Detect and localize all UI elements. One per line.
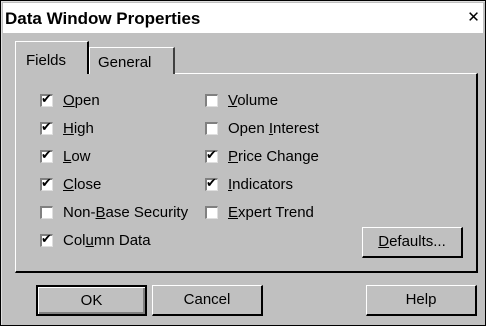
checkbox-label: Close <box>63 176 102 193</box>
checkbox-box[interactable]: ✔ <box>205 176 218 191</box>
checkbox-box[interactable]: ✔ <box>40 148 53 163</box>
check-mark-icon: ✔ <box>41 92 52 107</box>
checkbox-price-change[interactable]: ✔ Price Change <box>205 148 319 165</box>
ok-button[interactable]: OK <box>36 285 147 316</box>
checkbox-indicators[interactable]: ✔ Indicators <box>205 176 293 193</box>
checkbox-open-interest[interactable]: Open Interest <box>205 120 319 137</box>
checkbox-label: High <box>63 120 94 137</box>
checkbox-box[interactable] <box>40 206 53 219</box>
checkbox-label: Non-Base Security <box>63 204 189 221</box>
checkbox-volume[interactable]: Volume <box>205 92 278 109</box>
checkbox-label: Indicators <box>228 176 294 193</box>
check-mark-icon: ✔ <box>41 120 52 135</box>
dialog-window: Data Window Properties ✕ Fields General … <box>0 0 486 326</box>
close-icon[interactable]: ✕ <box>464 8 483 27</box>
check-mark-icon: ✔ <box>206 176 217 191</box>
checkbox-label: Column Data <box>63 232 151 249</box>
checkbox-label: Price Change <box>228 148 319 165</box>
fields-panel: ✔ Open ✔ High ✔ Low ✔ Close Non-Base Sec… <box>15 73 478 273</box>
checkbox-open[interactable]: ✔ Open <box>40 92 100 109</box>
checkbox-non-base-security[interactable]: Non-Base Security <box>40 204 188 221</box>
cancel-button[interactable]: Cancel <box>152 285 263 316</box>
checkbox-box[interactable]: ✔ <box>40 176 53 191</box>
title-bar[interactable]: Data Window Properties ✕ <box>3 3 483 33</box>
check-mark-icon: ✔ <box>206 148 217 163</box>
checkbox-label: Open <box>63 92 100 109</box>
checkbox-label: Expert Trend <box>228 204 314 221</box>
checkbox-box[interactable]: ✔ <box>40 92 53 107</box>
check-mark-icon: ✔ <box>41 176 52 191</box>
checkbox-box[interactable]: ✔ <box>40 232 53 247</box>
check-mark-icon: ✔ <box>41 232 52 247</box>
checkbox-high[interactable]: ✔ High <box>40 120 94 137</box>
checkbox-close[interactable]: ✔ Close <box>40 176 101 193</box>
checkbox-box[interactable] <box>205 122 218 135</box>
defaults-button[interactable]: Defaults... <box>362 227 463 258</box>
checkbox-box[interactable] <box>205 94 218 107</box>
checkbox-label: Open Interest <box>228 120 319 137</box>
check-mark-icon: ✔ <box>41 148 52 163</box>
checkbox-box[interactable]: ✔ <box>205 148 218 163</box>
checkbox-low[interactable]: ✔ Low <box>40 148 91 165</box>
checkbox-box[interactable]: ✔ <box>40 120 53 135</box>
help-button[interactable]: Help <box>366 285 477 316</box>
tab-fields[interactable]: Fields <box>15 41 89 74</box>
checkbox-label: Volume <box>228 92 279 109</box>
checkbox-column-data[interactable]: ✔ Column Data <box>40 232 151 249</box>
tab-general[interactable]: General <box>89 47 175 74</box>
checkbox-expert-trend[interactable]: Expert Trend <box>205 204 314 221</box>
checkbox-box[interactable] <box>205 206 218 219</box>
checkbox-label: Low <box>63 148 91 165</box>
window-title: Data Window Properties <box>5 9 201 28</box>
